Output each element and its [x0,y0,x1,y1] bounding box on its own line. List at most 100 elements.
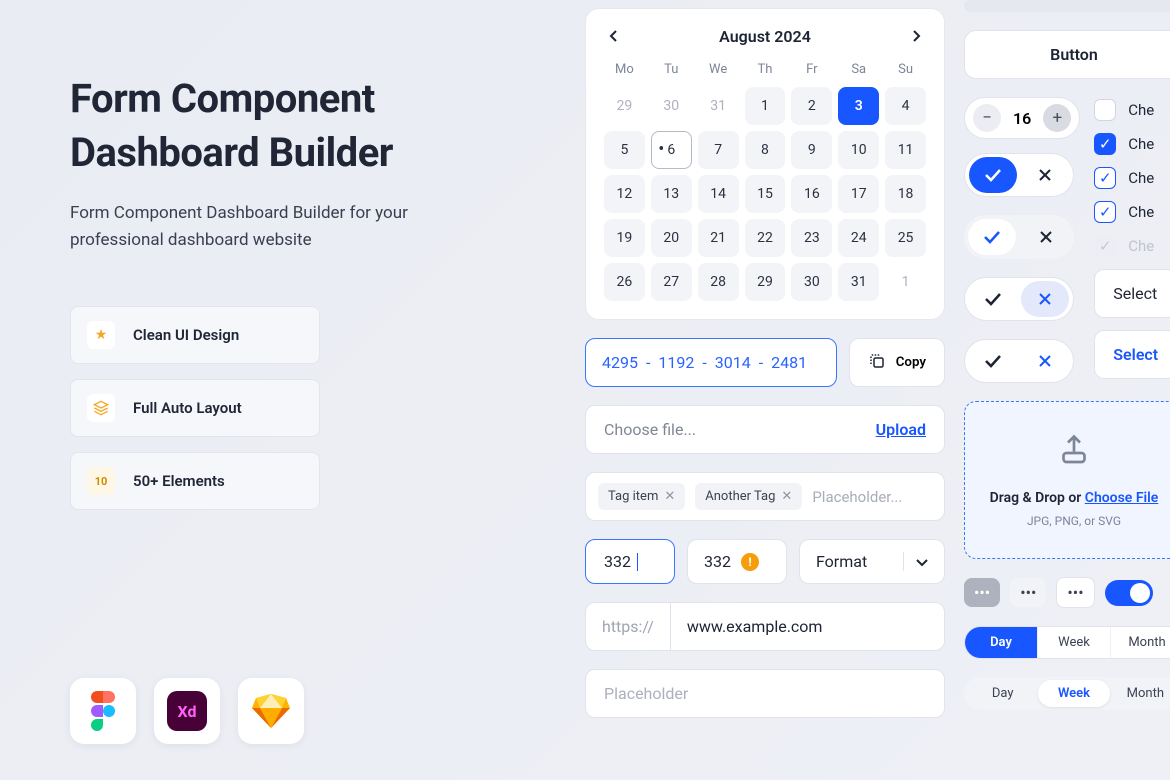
choose-file-link[interactable]: Choose File [1085,490,1159,506]
calendar-day[interactable]: 21 [698,219,739,257]
calendar-day[interactable]: 19 [604,219,645,257]
segment-control[interactable]: Day Week Month [964,626,1170,659]
calendar-day[interactable]: 31 [698,87,739,125]
minus-button[interactable]: − [973,104,1001,132]
calendar-day[interactable]: 29 [745,263,786,301]
number-input-warn[interactable]: 332! [687,539,787,584]
calendar-day[interactable]: 22 [745,219,786,257]
calendar-day[interactable]: 18 [885,175,926,213]
segment-option[interactable]: Week [1038,680,1109,707]
format-select[interactable]: Format [799,539,945,584]
calendar-day[interactable]: 17 [838,175,879,213]
segment-option[interactable]: Month [1111,627,1170,658]
calendar-day[interactable]: 4 [885,87,926,125]
number-input-focused[interactable]: 332 [585,539,675,584]
sketch-icon [238,678,304,744]
close-icon[interactable]: ✕ [781,489,792,504]
calendar-day[interactable]: 7 [698,131,739,169]
text-input[interactable]: Placeholder [585,669,945,718]
toggle[interactable] [964,339,1074,383]
calendar-day[interactable]: 28 [698,263,739,301]
calendar[interactable]: August 2024 MoTuWeThFrSaSu 29303112345•6… [585,8,945,320]
select-button[interactable]: Select [1094,269,1170,318]
toggle-accept[interactable] [964,153,1074,197]
calendar-day[interactable]: 14 [698,175,739,213]
tag-item[interactable]: Another Tag✕ [695,483,802,510]
code-input[interactable]: 4295-1192-3014-2481 [585,338,837,387]
calendar-day[interactable]: 11 [885,131,926,169]
calendar-day[interactable]: 24 [838,219,879,257]
calendar-day[interactable]: 29 [604,87,645,125]
calendar-day[interactable]: 3 [838,87,879,125]
button[interactable]: Button [964,30,1170,79]
calendar-day[interactable]: 25 [885,219,926,257]
calendar-day[interactable]: 26 [604,263,645,301]
segment-control-alt[interactable]: Day Week Month [964,677,1170,710]
copy-button[interactable]: Copy [849,338,945,387]
layers-icon [87,394,115,422]
feature-auto-layout: Full Auto Layout [70,379,320,437]
figma-icon [70,678,136,744]
more-button[interactable]: ••• [1010,578,1046,607]
calendar-day[interactable]: 12 [604,175,645,213]
dropzone[interactable]: Drag & Drop or Choose File JPG, PNG, or … [964,401,1170,559]
feature-clean-ui: ★ Clean UI Design [70,306,320,364]
chevron-down-icon [903,552,928,571]
calendar-day[interactable]: 9 [791,131,832,169]
plus-button[interactable]: + [1043,104,1071,132]
calendar-day[interactable]: 5 [604,131,645,169]
stepper[interactable]: − 16 + [964,97,1080,139]
calendar-day[interactable]: 31 [838,263,879,301]
calendar-day[interactable]: 23 [791,219,832,257]
checkbox-item[interactable]: ✓Che [1094,201,1170,223]
close-icon [1022,219,1070,255]
upload-link[interactable]: Upload [876,420,926,439]
warning-icon: ! [741,553,759,571]
close-icon [1021,157,1069,193]
toggle[interactable] [964,277,1074,321]
check-icon [969,343,1017,379]
more-button[interactable]: ••• [964,578,1000,607]
calendar-day[interactable]: 20 [651,219,692,257]
more-button[interactable]: ••• [1056,577,1094,608]
tag-input[interactable]: Tag item✕ Another Tag✕ Placeholder... [585,472,945,521]
chevron-right-icon[interactable] [910,27,922,46]
dow-label: Th [745,62,786,77]
calendar-day[interactable]: 2 [791,87,832,125]
close-icon[interactable]: ✕ [664,489,675,504]
checkbox-item-disabled: ✓Che [1094,235,1170,257]
calendar-day[interactable]: •6 [651,131,692,169]
star-icon: ★ [87,321,115,349]
calendar-day[interactable]: 1 [745,87,786,125]
segment-option[interactable]: Day [967,680,1038,707]
checkbox-item[interactable]: Che [1094,99,1170,121]
url-input[interactable]: https:// www.example.com [585,602,945,651]
tag-item[interactable]: Tag item✕ [598,483,685,510]
count-badge: 10 [87,467,115,495]
calendar-day[interactable]: 16 [791,175,832,213]
segment-option[interactable]: Week [1038,627,1111,658]
calendar-day[interactable]: 13 [651,175,692,213]
copy-icon [868,352,886,374]
dow-label: Tu [651,62,692,77]
checkbox-item[interactable]: ✓Che [1094,133,1170,155]
calendar-day[interactable]: 10 [838,131,879,169]
dow-label: Su [885,62,926,77]
calendar-day[interactable]: 15 [745,175,786,213]
switch[interactable] [1105,580,1153,606]
segment-option[interactable]: Month [1110,680,1170,707]
check-icon [968,219,1016,255]
calendar-day[interactable]: 1 [885,263,926,301]
file-input[interactable]: Choose file... Upload [585,405,945,454]
close-icon [1021,343,1069,379]
toggle[interactable] [964,215,1074,259]
calendar-day[interactable]: 30 [791,263,832,301]
segment-option[interactable]: Day [965,627,1038,658]
select-button-active[interactable]: Select [1094,330,1170,379]
xd-icon: Xd [154,678,220,744]
calendar-day[interactable]: 8 [745,131,786,169]
calendar-day[interactable]: 27 [651,263,692,301]
calendar-day[interactable]: 30 [651,87,692,125]
chevron-left-icon[interactable] [608,27,620,46]
checkbox-item[interactable]: ✓Che [1094,167,1170,189]
